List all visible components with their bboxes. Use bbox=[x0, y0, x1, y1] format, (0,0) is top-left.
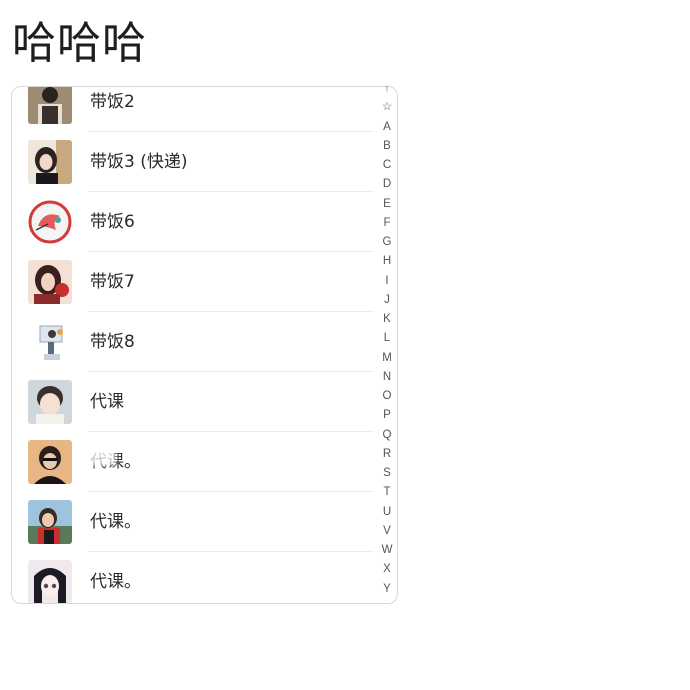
index-letter-s[interactable]: S bbox=[377, 466, 397, 480]
index-letter-x[interactable]: X bbox=[377, 562, 397, 576]
index-letter-e[interactable]: E bbox=[377, 197, 397, 211]
contact-list-panel: 带饭2 带饭3 (快递) 带饭6 带饭7 带饭8 代课 代课。 代课。 bbox=[11, 86, 398, 604]
index-letter-p[interactable]: P bbox=[377, 408, 397, 422]
index-letter-y[interactable]: Y bbox=[377, 582, 397, 596]
contact-avatar bbox=[28, 320, 72, 364]
index-letter-g[interactable]: G bbox=[377, 235, 397, 249]
contact-name: 代课 bbox=[90, 392, 124, 412]
alphabet-index-bar[interactable]: ↑ ☆ A B C D E F G H I J K L M N O P Q R S T U V W X Y bbox=[377, 86, 397, 604]
contact-avatar bbox=[28, 560, 72, 603]
contact-name: 带饭6 bbox=[90, 212, 135, 232]
contact-item[interactable]: 带饭3 (快递) bbox=[12, 132, 384, 192]
index-letter-w[interactable]: W bbox=[377, 543, 397, 557]
index-letter-l[interactable]: L bbox=[377, 331, 397, 345]
contact-item[interactable]: 代课 bbox=[12, 372, 384, 432]
index-letter-j[interactable]: J bbox=[377, 293, 397, 307]
contact-avatar bbox=[28, 200, 72, 244]
contact-avatar bbox=[28, 500, 72, 544]
blurred-area bbox=[86, 436, 116, 466]
contact-item[interactable]: 带饭6 bbox=[12, 192, 384, 252]
index-letter-q[interactable]: Q bbox=[377, 428, 397, 442]
index-letter-star[interactable]: ☆ bbox=[377, 100, 397, 114]
index-letter-a[interactable]: A bbox=[377, 120, 397, 134]
contact-item[interactable]: 带饭7 bbox=[12, 252, 384, 312]
contact-list[interactable]: 带饭2 带饭3 (快递) 带饭6 带饭7 带饭8 代课 代课。 代课。 bbox=[12, 87, 397, 603]
contact-name: 代课。 bbox=[90, 512, 141, 532]
index-letter-r[interactable]: R bbox=[377, 447, 397, 461]
contact-name: 带饭2 bbox=[90, 92, 135, 112]
index-letter-up[interactable]: ↑ bbox=[377, 86, 397, 95]
contact-item[interactable]: 代课。 bbox=[12, 432, 384, 492]
contact-avatar bbox=[28, 87, 72, 124]
index-letter-t[interactable]: T bbox=[377, 485, 397, 499]
index-letter-i[interactable]: I bbox=[377, 274, 397, 288]
contact-avatar bbox=[28, 260, 72, 304]
contact-item[interactable]: 带饭2 bbox=[12, 87, 384, 132]
contact-name: 带饭8 bbox=[90, 332, 135, 352]
contact-name: 带饭3 (快递) bbox=[90, 152, 188, 172]
index-letter-o[interactable]: O bbox=[377, 389, 397, 403]
index-letter-v[interactable]: V bbox=[377, 524, 397, 538]
index-letter-u[interactable]: U bbox=[377, 505, 397, 519]
contact-avatar bbox=[28, 440, 72, 484]
index-letter-n[interactable]: N bbox=[377, 370, 397, 384]
contact-item[interactable]: 代课。 bbox=[12, 552, 384, 603]
contact-name: 代课。 bbox=[90, 572, 141, 592]
page-title: 哈哈哈 bbox=[12, 18, 147, 69]
index-letter-h[interactable]: H bbox=[377, 254, 397, 268]
contact-avatar bbox=[28, 380, 72, 424]
contact-name: 带饭7 bbox=[90, 272, 135, 292]
index-letter-d[interactable]: D bbox=[377, 177, 397, 191]
index-letter-f[interactable]: F bbox=[377, 216, 397, 230]
contact-item[interactable]: 带饭8 bbox=[12, 312, 384, 372]
contact-avatar bbox=[28, 140, 72, 184]
contact-item[interactable]: 代课。 bbox=[12, 492, 384, 552]
index-letter-b[interactable]: B bbox=[377, 139, 397, 153]
index-letter-c[interactable]: C bbox=[377, 158, 397, 172]
index-letter-k[interactable]: K bbox=[377, 312, 397, 326]
index-letter-m[interactable]: M bbox=[377, 351, 397, 365]
